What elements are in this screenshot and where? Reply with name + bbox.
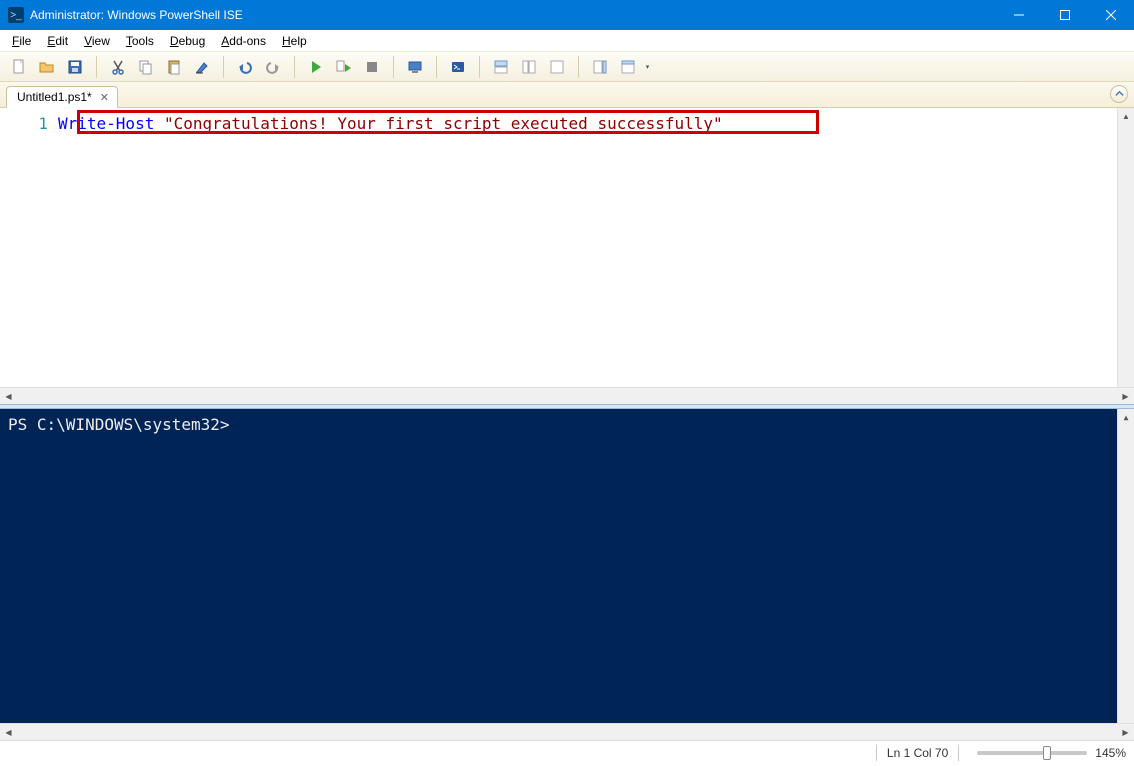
menu-edit[interactable]: Edit: [39, 32, 76, 50]
zoom-slider[interactable]: [977, 751, 1087, 755]
redo-button[interactable]: [260, 55, 286, 79]
token-cmdlet: Write-Host: [58, 114, 154, 133]
save-button[interactable]: [62, 55, 88, 79]
scroll-up-icon[interactable]: ▲: [1118, 409, 1134, 426]
show-command-addon-button[interactable]: [587, 55, 613, 79]
scroll-right-icon[interactable]: ▶: [1117, 724, 1134, 740]
menu-bar: File Edit View Tools Debug Add-ons Help: [0, 30, 1134, 52]
menu-tools[interactable]: Tools: [118, 32, 162, 50]
show-script-top-button[interactable]: [488, 55, 514, 79]
token-string: "Congratulations! Your first script exec…: [164, 114, 723, 133]
start-powershell-button[interactable]: [445, 55, 471, 79]
scroll-left-icon[interactable]: ◀: [0, 392, 17, 401]
code-area[interactable]: Write-Host "Congratulations! Your first …: [58, 108, 1134, 387]
line-number-gutter: 1: [0, 108, 58, 387]
clear-console-button[interactable]: [189, 55, 215, 79]
menu-addons[interactable]: Add-ons: [213, 32, 274, 50]
editor-horizontal-scrollbar[interactable]: ◀ ▶: [0, 387, 1134, 404]
title-bar: >_ Administrator: Windows PowerShell ISE: [0, 0, 1134, 30]
menu-file[interactable]: File: [4, 32, 39, 50]
undo-button[interactable]: [232, 55, 258, 79]
toolbar-overflow-button[interactable]: ▾: [643, 63, 652, 71]
scroll-up-icon[interactable]: ▲: [1118, 108, 1134, 125]
toolbar: ▾: [0, 52, 1134, 82]
open-file-button[interactable]: [34, 55, 60, 79]
tab-label: Untitled1.ps1*: [17, 90, 92, 104]
run-selection-button[interactable]: [331, 55, 357, 79]
run-script-button[interactable]: [303, 55, 329, 79]
paste-button[interactable]: [161, 55, 187, 79]
new-remote-tab-button[interactable]: [402, 55, 428, 79]
editor-vertical-scrollbar[interactable]: ▲: [1117, 108, 1134, 387]
console-prompt: PS C:\WINDOWS\system32>: [8, 415, 239, 434]
show-command-window-button[interactable]: [615, 55, 641, 79]
menu-debug[interactable]: Debug: [162, 32, 213, 50]
show-script-max-button[interactable]: [544, 55, 570, 79]
console-horizontal-scrollbar[interactable]: ◀ ▶: [0, 723, 1134, 740]
tab-close-icon[interactable]: ✕: [98, 91, 111, 104]
console-vertical-scrollbar[interactable]: ▲: [1117, 409, 1134, 723]
menu-help[interactable]: Help: [274, 32, 315, 50]
status-bar: Ln 1 Col 70 145%: [0, 740, 1134, 765]
new-file-button[interactable]: [6, 55, 32, 79]
stop-button[interactable]: [359, 55, 385, 79]
scroll-left-icon[interactable]: ◀: [0, 724, 17, 740]
line-number: 1: [0, 114, 48, 133]
window-title: Administrator: Windows PowerShell ISE: [30, 8, 243, 22]
collapse-script-pane-button[interactable]: [1110, 85, 1128, 103]
copy-button[interactable]: [133, 55, 159, 79]
zoom-level: 145%: [1095, 746, 1126, 760]
minimize-button[interactable]: [996, 0, 1042, 30]
console-pane[interactable]: PS C:\WINDOWS\system32> ▲: [0, 409, 1134, 723]
show-script-right-button[interactable]: [516, 55, 542, 79]
close-button[interactable]: [1088, 0, 1134, 30]
maximize-button[interactable]: [1042, 0, 1088, 30]
scroll-right-icon[interactable]: ▶: [1117, 392, 1134, 401]
menu-view[interactable]: View: [76, 32, 118, 50]
script-editor[interactable]: 1 Write-Host "Congratulations! Your firs…: [0, 108, 1134, 387]
zoom-slider-thumb[interactable]: [1043, 746, 1051, 760]
powershell-ise-icon: >_: [8, 7, 24, 23]
cursor-position: Ln 1 Col 70: [887, 746, 948, 760]
tab-strip: Untitled1.ps1* ✕: [0, 82, 1134, 108]
script-tab[interactable]: Untitled1.ps1* ✕: [6, 86, 118, 108]
cut-button[interactable]: [105, 55, 131, 79]
